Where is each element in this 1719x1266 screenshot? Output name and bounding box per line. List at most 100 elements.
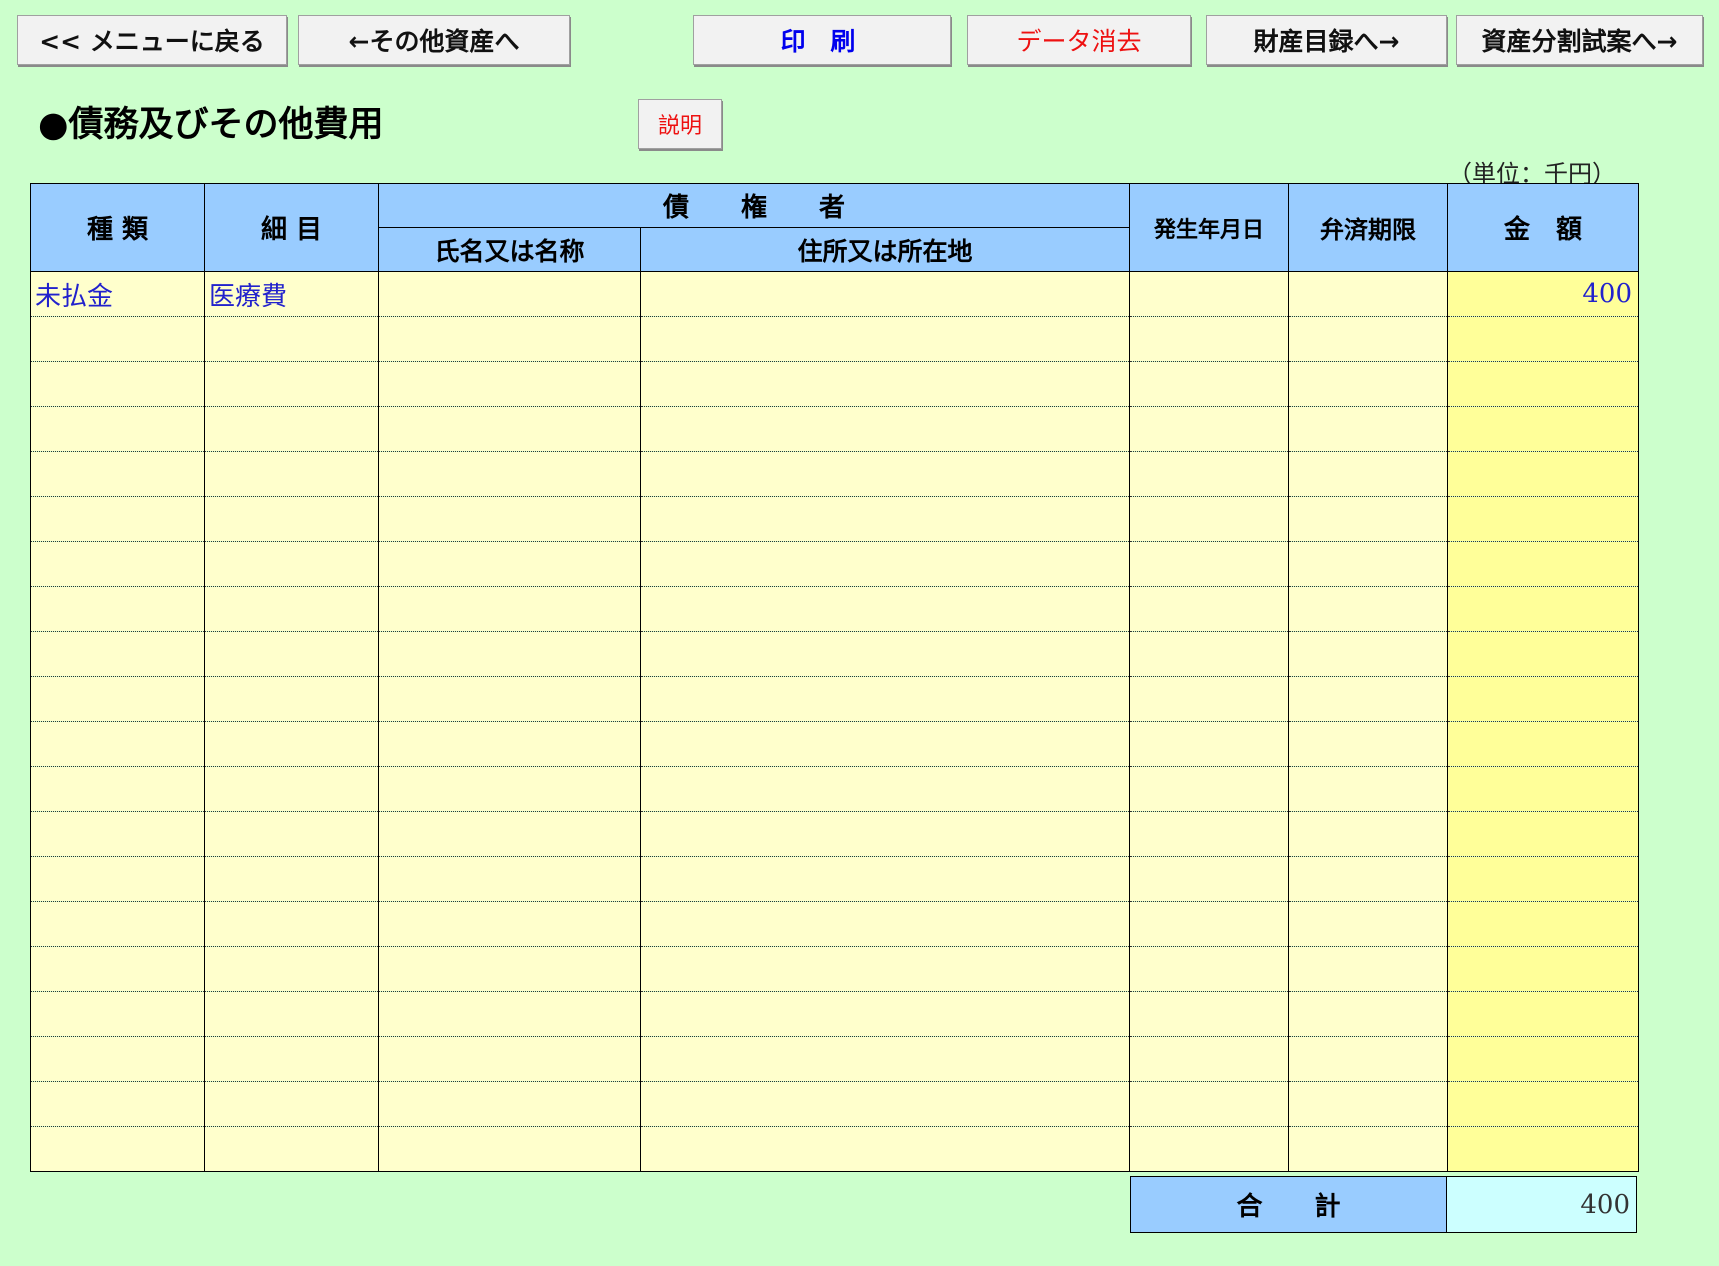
cell-due[interactable] [1288, 586, 1449, 632]
cell-amount[interactable] [1447, 316, 1640, 362]
cell-item[interactable] [204, 496, 379, 542]
cell-due[interactable] [1288, 316, 1449, 362]
cell-date[interactable] [1129, 586, 1290, 632]
cell-item[interactable] [204, 541, 379, 587]
cell-item[interactable] [204, 856, 379, 902]
cell-amount[interactable] [1447, 991, 1640, 1037]
cell-name[interactable] [378, 361, 641, 407]
cell-date[interactable] [1129, 946, 1290, 992]
cell-address[interactable] [639, 271, 1131, 317]
cell-item[interactable] [204, 1081, 379, 1127]
cell-item[interactable] [204, 1036, 379, 1082]
cell-type[interactable] [30, 901, 205, 947]
cell-name[interactable] [378, 316, 641, 362]
cell-amount[interactable] [1447, 496, 1640, 542]
cell-item[interactable] [204, 451, 379, 497]
cell-date[interactable] [1129, 856, 1290, 902]
cell-due[interactable] [1288, 811, 1449, 857]
cell-amount[interactable] [1447, 766, 1640, 812]
explain-button[interactable]: 説明 [638, 99, 722, 149]
cell-date[interactable] [1129, 406, 1290, 452]
cell-due[interactable] [1288, 901, 1449, 947]
cell-due[interactable] [1288, 631, 1449, 677]
cell-date[interactable] [1129, 1036, 1290, 1082]
cell-date[interactable] [1129, 901, 1290, 947]
cell-address[interactable] [639, 496, 1131, 542]
cell-name[interactable] [378, 1036, 641, 1082]
cell-date[interactable] [1129, 496, 1290, 542]
cell-name[interactable] [378, 676, 641, 722]
cell-type[interactable] [30, 1081, 205, 1127]
cell-type[interactable] [30, 406, 205, 452]
cell-address[interactable] [639, 541, 1131, 587]
cell-date[interactable] [1129, 271, 1290, 317]
cell-amount[interactable] [1447, 361, 1640, 407]
button-print[interactable]: 印 刷 [693, 15, 951, 65]
cell-date[interactable] [1129, 451, 1290, 497]
cell-date[interactable] [1129, 721, 1290, 767]
cell-name[interactable] [378, 541, 641, 587]
cell-due[interactable] [1288, 451, 1449, 497]
cell-name[interactable] [378, 586, 641, 632]
cell-item[interactable] [204, 991, 379, 1037]
cell-date[interactable] [1129, 811, 1290, 857]
cell-name[interactable] [378, 451, 641, 497]
cell-address[interactable] [639, 316, 1131, 362]
cell-due[interactable] [1288, 1036, 1449, 1082]
cell-due[interactable] [1288, 676, 1449, 722]
cell-item[interactable] [204, 631, 379, 677]
button-prev-other-assets[interactable]: ←その他資産へ [298, 15, 570, 65]
cell-address[interactable] [639, 766, 1131, 812]
cell-name[interactable] [378, 856, 641, 902]
button-clear-data[interactable]: データ消去 [967, 15, 1191, 65]
cell-due[interactable] [1288, 1126, 1449, 1172]
cell-name[interactable] [378, 271, 641, 317]
cell-address[interactable] [639, 631, 1131, 677]
cell-amount[interactable] [1447, 856, 1640, 902]
cell-amount[interactable] [1447, 1081, 1640, 1127]
cell-address[interactable] [639, 811, 1131, 857]
cell-name[interactable] [378, 496, 641, 542]
cell-date[interactable] [1129, 361, 1290, 407]
cell-item[interactable] [204, 586, 379, 632]
cell-address[interactable] [639, 901, 1131, 947]
cell-amount[interactable] [1447, 1126, 1640, 1172]
cell-amount[interactable] [1447, 811, 1640, 857]
cell-name[interactable] [378, 766, 641, 812]
cell-address[interactable] [639, 1081, 1131, 1127]
cell-type[interactable] [30, 496, 205, 542]
cell-due[interactable] [1288, 856, 1449, 902]
cell-address[interactable] [639, 991, 1131, 1037]
cell-item[interactable] [204, 721, 379, 767]
cell-type[interactable] [30, 991, 205, 1037]
cell-address[interactable] [639, 406, 1131, 452]
cell-item[interactable] [204, 406, 379, 452]
cell-name[interactable] [378, 811, 641, 857]
cell-type[interactable] [30, 946, 205, 992]
cell-item[interactable] [204, 811, 379, 857]
cell-item[interactable] [204, 361, 379, 407]
cell-type[interactable] [30, 586, 205, 632]
cell-amount[interactable]: 400 [1447, 271, 1640, 317]
cell-due[interactable] [1288, 991, 1449, 1037]
cell-due[interactable] [1288, 946, 1449, 992]
cell-address[interactable] [639, 1036, 1131, 1082]
cell-name[interactable] [378, 631, 641, 677]
cell-type[interactable] [30, 541, 205, 587]
cell-type[interactable] [30, 316, 205, 362]
cell-type[interactable] [30, 721, 205, 767]
cell-name[interactable] [378, 946, 641, 992]
cell-date[interactable] [1129, 541, 1290, 587]
cell-due[interactable] [1288, 271, 1449, 317]
cell-type[interactable]: 未払金 [30, 271, 205, 317]
cell-item[interactable] [204, 1126, 379, 1172]
cell-amount[interactable] [1447, 901, 1640, 947]
cell-amount[interactable] [1447, 676, 1640, 722]
cell-address[interactable] [639, 1126, 1131, 1172]
cell-amount[interactable] [1447, 451, 1640, 497]
cell-amount[interactable] [1447, 541, 1640, 587]
cell-amount[interactable] [1447, 631, 1640, 677]
cell-type[interactable] [30, 361, 205, 407]
cell-amount[interactable] [1447, 721, 1640, 767]
cell-item[interactable] [204, 316, 379, 362]
